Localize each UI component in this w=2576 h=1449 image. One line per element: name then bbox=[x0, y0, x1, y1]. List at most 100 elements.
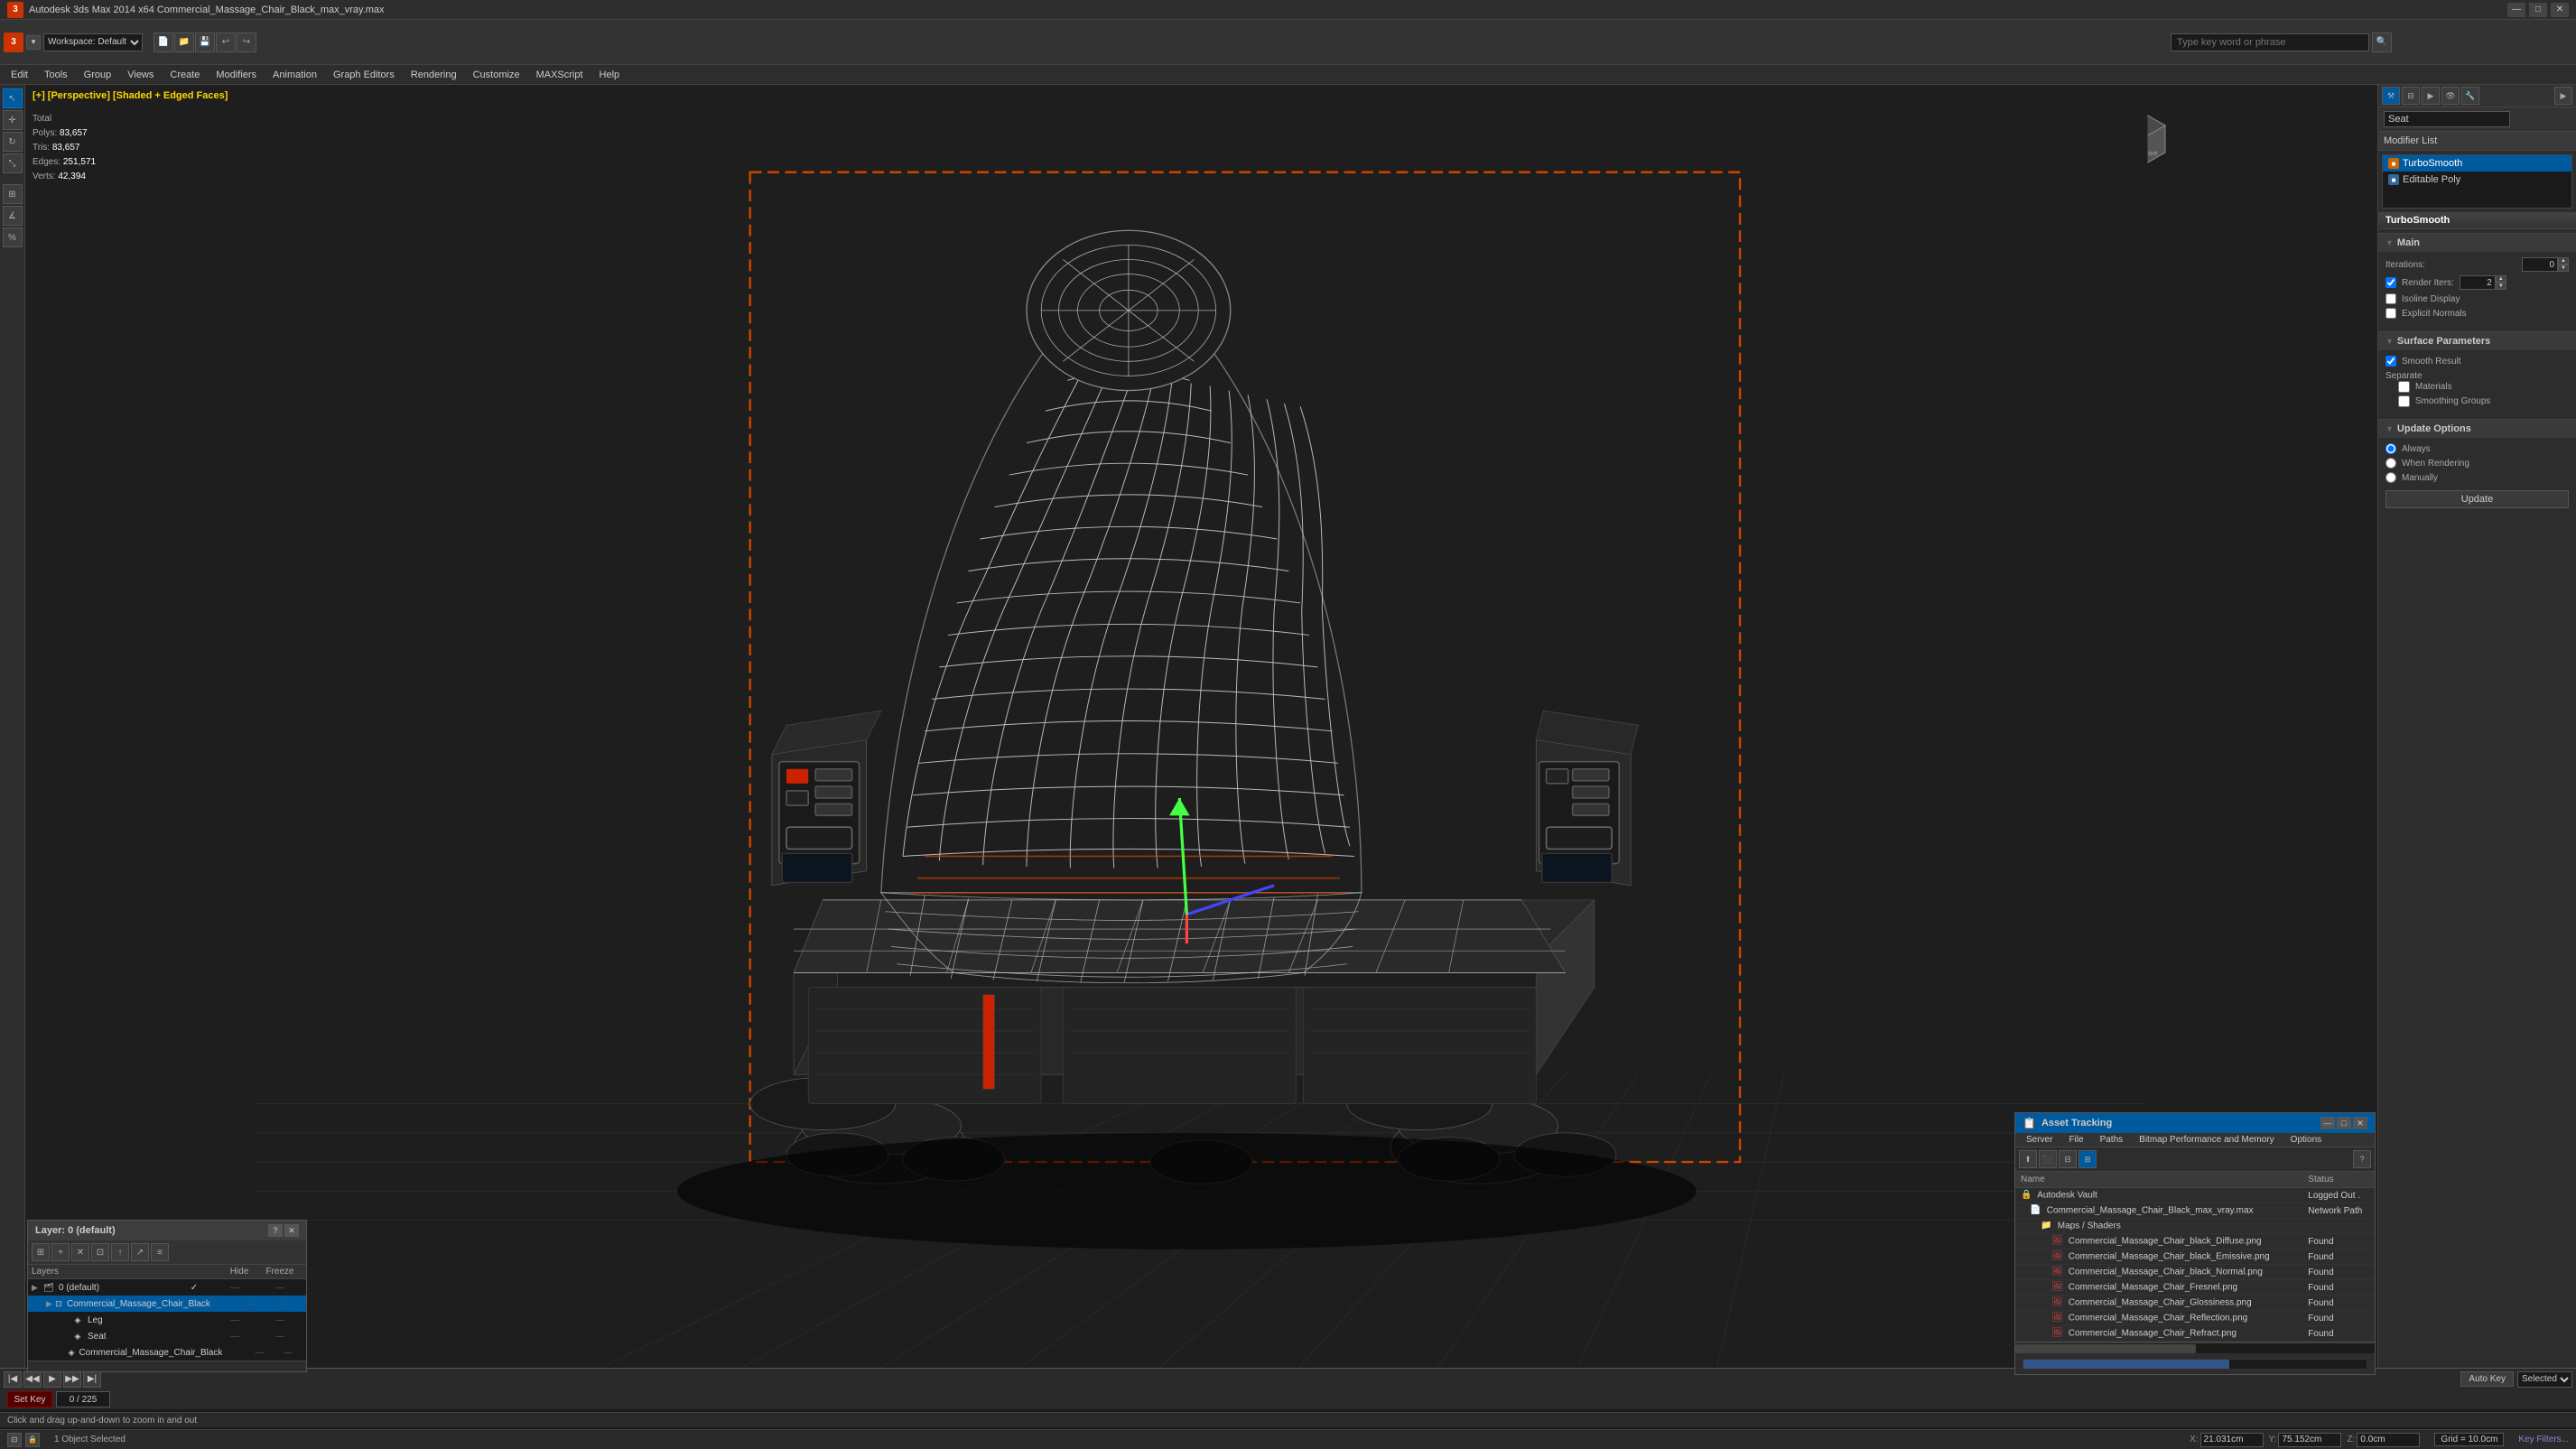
asset-row-reflection[interactable]: 🖼 Commercial_Massage_Chair_Reflection.pn… bbox=[2015, 1311, 2375, 1326]
asset-horizontal-scrollbar[interactable] bbox=[2015, 1342, 2375, 1352]
workspace-selector[interactable]: Workspace: Default bbox=[43, 33, 143, 51]
materials-checkbox[interactable] bbox=[2398, 381, 2410, 393]
move-tool[interactable]: ✛ bbox=[3, 110, 23, 130]
when-rendering-radio[interactable] bbox=[2385, 458, 2396, 469]
asset-toolbar-btn3[interactable]: ⊟ bbox=[2059, 1150, 2077, 1168]
asset-panel-close[interactable]: ✕ bbox=[2353, 1117, 2367, 1129]
z-input[interactable] bbox=[2357, 1433, 2420, 1447]
panel-icon-collapse[interactable]: ▶ bbox=[2554, 87, 2572, 105]
asset-menu-bitmap-perf[interactable]: Bitmap Performance and Memory bbox=[2132, 1133, 2282, 1147]
layer-row-chair-obj[interactable]: ◈ Commercial_Massage_Chair_Black — — bbox=[28, 1344, 306, 1361]
x-input[interactable] bbox=[2200, 1433, 2264, 1447]
object-name-input[interactable] bbox=[2384, 111, 2510, 127]
asset-menu-server[interactable]: Server bbox=[2019, 1133, 2060, 1147]
scale-tool[interactable]: ⤡ bbox=[3, 153, 23, 173]
frame-input[interactable] bbox=[56, 1391, 110, 1407]
panel-icon-modify[interactable]: ⚒ bbox=[2382, 87, 2400, 105]
menu-tools[interactable]: Tools bbox=[37, 68, 75, 82]
modifier-editablepoly[interactable]: ■ Editable Poly bbox=[2383, 172, 2571, 188]
select-tool[interactable]: ↖ bbox=[3, 88, 23, 108]
panel-icon-utilities[interactable]: 🔧 bbox=[2461, 87, 2479, 105]
layer-tool-add[interactable]: + bbox=[51, 1243, 70, 1261]
asset-row-fresnel[interactable]: 🖼 Commercial_Massage_Chair_Fresnel.png F… bbox=[2015, 1280, 2375, 1296]
prev-frame-btn[interactable]: |◀ bbox=[4, 1371, 22, 1388]
always-radio[interactable] bbox=[2385, 443, 2396, 454]
layer-tool-options[interactable]: ≡ bbox=[151, 1243, 169, 1261]
menu-maxscript[interactable]: MAXScript bbox=[529, 68, 591, 82]
menu-rendering[interactable]: Rendering bbox=[404, 68, 464, 82]
open-btn[interactable]: 📁 bbox=[174, 33, 194, 52]
asset-row-maxfile[interactable]: 📄 Commercial_Massage_Chair_Black_max_vra… bbox=[2015, 1203, 2375, 1219]
asset-panel-minimize[interactable]: — bbox=[2320, 1117, 2335, 1129]
minimize-button[interactable]: — bbox=[2507, 3, 2525, 17]
render-iters-up[interactable]: ▲ bbox=[2496, 275, 2506, 283]
maximize-button[interactable]: □ bbox=[2529, 3, 2547, 17]
update-button[interactable]: Update bbox=[2385, 490, 2569, 508]
render-iters-down[interactable]: ▼ bbox=[2496, 283, 2506, 290]
render-iters-checkbox[interactable] bbox=[2385, 277, 2396, 288]
smoothing-groups-checkbox[interactable] bbox=[2398, 395, 2410, 407]
menu-help[interactable]: Help bbox=[592, 68, 628, 82]
update-options-header[interactable]: ▼ Update Options bbox=[2378, 420, 2576, 438]
new-btn[interactable]: 📄 bbox=[153, 33, 173, 52]
asset-row-normal[interactable]: 🖼 Commercial_Massage_Chair_black_Normal.… bbox=[2015, 1265, 2375, 1280]
status-icon-1[interactable]: ⊡ bbox=[7, 1433, 22, 1447]
panel-icon-hierarchy[interactable]: ⊟ bbox=[2402, 87, 2420, 105]
key-filter-select[interactable]: Selected bbox=[2517, 1371, 2572, 1388]
asset-row-glossiness[interactable]: 🖼 Commercial_Massage_Chair_Glossiness.pn… bbox=[2015, 1296, 2375, 1311]
search-input[interactable] bbox=[2171, 33, 2369, 51]
menu-views[interactable]: Views bbox=[120, 68, 161, 82]
asset-toolbar-btn4[interactable]: ⊞ bbox=[2078, 1150, 2097, 1168]
render-iters-input[interactable] bbox=[2460, 275, 2496, 290]
explicit-normals-checkbox[interactable] bbox=[2385, 308, 2396, 319]
snap-toggle[interactable]: ⊞ bbox=[3, 184, 23, 204]
layer-tool-grid[interactable]: ⊞ bbox=[32, 1243, 50, 1261]
play-btn[interactable]: ▶ bbox=[43, 1371, 61, 1388]
asset-menu-file[interactable]: File bbox=[2061, 1133, 2090, 1147]
asset-menu-options[interactable]: Options bbox=[2283, 1133, 2329, 1147]
isoline-checkbox[interactable] bbox=[2385, 293, 2396, 304]
asset-row-diffuse[interactable]: 🖼 Commercial_Massage_Chair_black_Diffuse… bbox=[2015, 1234, 2375, 1249]
iterations-up[interactable]: ▲ bbox=[2558, 257, 2569, 265]
next-key-btn[interactable]: ▶▶ bbox=[63, 1371, 81, 1388]
asset-row-refract[interactable]: 🖼 Commercial_Massage_Chair_Refract.png F… bbox=[2015, 1326, 2375, 1342]
modifier-turbosmooth[interactable]: ■ TurboSmooth bbox=[2383, 155, 2571, 172]
layer-tool-delete[interactable]: ✕ bbox=[71, 1243, 89, 1261]
menu-graph-editors[interactable]: Graph Editors bbox=[326, 68, 402, 82]
menu-modifiers[interactable]: Modifiers bbox=[209, 68, 264, 82]
close-button[interactable]: ✕ bbox=[2551, 3, 2569, 17]
menu-edit[interactable]: Edit bbox=[4, 68, 35, 82]
layer-row-chair[interactable]: ▶ ⊡ Commercial_Massage_Chair_Black — — bbox=[28, 1296, 306, 1312]
iterations-input[interactable] bbox=[2522, 257, 2558, 272]
asset-scroll-thumb[interactable] bbox=[2015, 1344, 2196, 1353]
layer-tool-select[interactable]: ⊡ bbox=[91, 1243, 109, 1261]
iterations-down[interactable]: ▼ bbox=[2558, 265, 2569, 272]
workspace-icon[interactable]: ▾ bbox=[26, 35, 41, 50]
key-filters-link[interactable]: Key Filters... bbox=[2518, 1435, 2569, 1444]
menu-group[interactable]: Group bbox=[77, 68, 119, 82]
undo-btn[interactable]: ↩ bbox=[216, 33, 236, 52]
set-key-btn[interactable]: Set Key bbox=[7, 1391, 52, 1407]
menu-animation[interactable]: Animation bbox=[265, 68, 324, 82]
y-input[interactable] bbox=[2278, 1433, 2341, 1447]
layer-tool-move-down[interactable]: ↗ bbox=[131, 1243, 149, 1261]
menu-create[interactable]: Create bbox=[163, 68, 207, 82]
prev-key-btn[interactable]: ◀◀ bbox=[23, 1371, 42, 1388]
layer-scrollbar[interactable] bbox=[28, 1361, 306, 1371]
save-btn[interactable]: 💾 bbox=[195, 33, 215, 52]
menu-customize[interactable]: Customize bbox=[466, 68, 527, 82]
asset-panel-maximize[interactable]: □ bbox=[2337, 1117, 2351, 1129]
asset-row-maps-folder[interactable]: 📁 Maps / Shaders bbox=[2015, 1219, 2375, 1234]
layer-row-default[interactable]: ▶ 🗂 0 (default) ✓ — — bbox=[28, 1279, 306, 1296]
redo-btn[interactable]: ↪ bbox=[237, 33, 256, 52]
layer-row-seat[interactable]: ◈ Seat — — bbox=[28, 1328, 306, 1344]
angle-snap[interactable]: ∡ bbox=[3, 206, 23, 226]
next-frame-btn[interactable]: ▶| bbox=[83, 1371, 101, 1388]
layer-panel-close[interactable]: ✕ bbox=[284, 1224, 299, 1237]
rotate-tool[interactable]: ↻ bbox=[3, 132, 23, 152]
smooth-result-checkbox[interactable] bbox=[2385, 356, 2396, 367]
surface-params-header[interactable]: ▼ Surface Parameters bbox=[2378, 332, 2576, 350]
asset-help-btn[interactable]: ? bbox=[2353, 1150, 2371, 1168]
panel-icon-motion[interactable]: ▶ bbox=[2422, 87, 2440, 105]
manually-radio[interactable] bbox=[2385, 472, 2396, 483]
